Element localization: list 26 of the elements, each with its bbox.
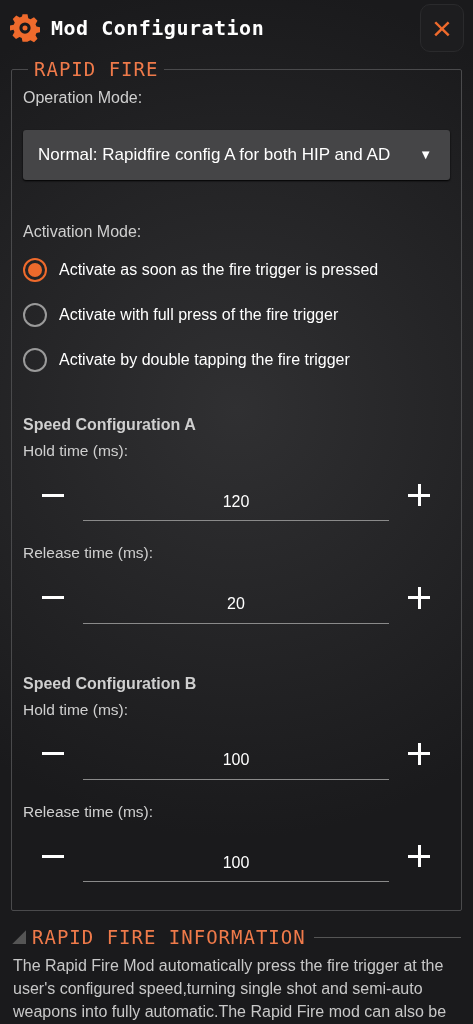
caret-icon: ▼ — [419, 145, 432, 165]
close-button[interactable]: × — [420, 4, 464, 52]
field-label: Hold time (ms): — [23, 699, 130, 720]
info-paragraph: The Rapid Fire Mod automatically press the fire trigger at the user's configured speed,turning single shot and semi-auto weapons into fully automatic.The Rapid Fire mod can also be — [13, 955, 448, 1022]
radio-button[interactable] — [23, 258, 47, 282]
number-field[interactable]: 120 — [83, 483, 389, 522]
section-heading: Speed Configuration B — [23, 673, 198, 694]
radio-label: Activate as soon as the fire trigger is pressed — [59, 260, 379, 280]
number-field[interactable]: 100 — [83, 741, 389, 780]
section-title: RAPID FIRE INFORMATION — [32, 925, 306, 950]
field-label: Operation Mode: — [23, 88, 144, 108]
number-field[interactable]: 100 — [83, 844, 389, 882]
radio-label: Activate with full press of the fire trigger — [59, 305, 339, 325]
section-title: RAPID FIRE — [33, 57, 160, 81]
window-title: Mod Configuration — [51, 15, 265, 42]
number-field[interactable]: 20 — [83, 585, 389, 624]
radio-button[interactable] — [23, 303, 47, 327]
field-label: Release time (ms): — [23, 543, 155, 564]
field-label: Release time (ms): — [23, 801, 155, 822]
settings-icon — [10, 13, 40, 43]
radio-label: Activate by double tapping the fire trigger — [59, 350, 350, 370]
section-heading: Speed Configuration A — [23, 415, 197, 435]
dropdown[interactable]: Normal: Rapidfire config A for both HIP and AD ▼ — [23, 130, 450, 180]
radio-button[interactable] — [23, 348, 47, 372]
field-label: Hold time (ms): — [23, 441, 130, 461]
field-label: Activation Mode: — [23, 222, 143, 242]
